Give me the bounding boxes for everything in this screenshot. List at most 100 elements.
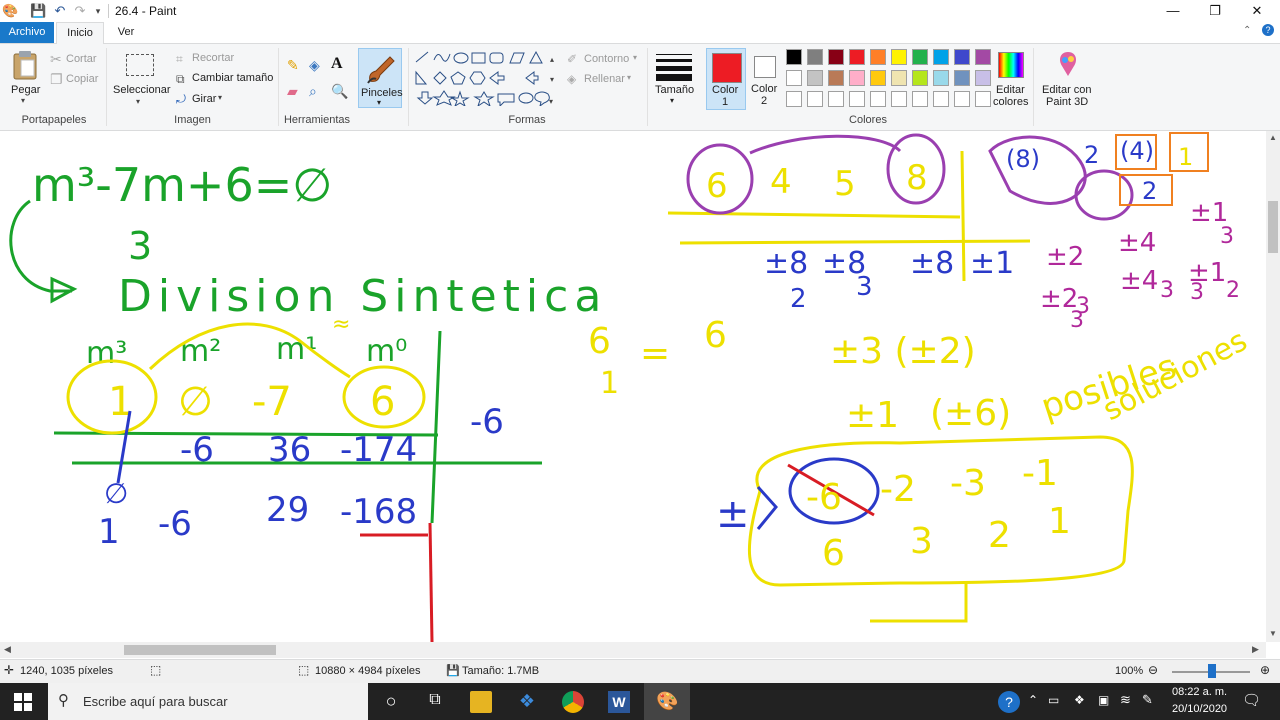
palette-swatch[interactable] xyxy=(870,49,886,65)
scroll-right-icon[interactable]: ▶ xyxy=(1252,644,1259,655)
collapse-ribbon-icon[interactable]: ⌃ xyxy=(1243,25,1251,36)
tray-pen-icon[interactable]: ✎ xyxy=(1142,692,1153,708)
close-button[interactable]: ✕ xyxy=(1234,0,1280,22)
cut-button[interactable]: Cortar xyxy=(66,53,97,65)
pencil-icon[interactable]: ✎ xyxy=(287,58,299,72)
palette-swatch[interactable] xyxy=(807,49,823,65)
palette-swatch[interactable] xyxy=(891,49,907,65)
edit-colors-label-2[interactable]: colores xyxy=(993,96,1028,108)
tray-display-icon[interactable]: ▣ xyxy=(1098,693,1109,707)
paint3d-icon[interactable] xyxy=(1056,50,1080,78)
shapes-gallery[interactable]: ▴ ▾ ▾ xyxy=(414,50,554,106)
palette-swatch[interactable] xyxy=(786,91,802,107)
palette-swatch[interactable] xyxy=(954,49,970,65)
outline-dropdown-icon[interactable]: ▾ xyxy=(633,53,637,62)
windows-start-icon[interactable] xyxy=(14,693,32,711)
palette-swatch[interactable] xyxy=(849,49,865,65)
palette-swatch[interactable] xyxy=(828,70,844,86)
paint3d-label-2[interactable]: Paint 3D xyxy=(1046,96,1088,108)
minimize-button[interactable]: — xyxy=(1150,0,1196,22)
tab-inicio[interactable]: Inicio xyxy=(56,22,104,44)
maximize-button[interactable]: ❐ xyxy=(1192,0,1238,22)
tray-wifi-icon[interactable]: ≋ xyxy=(1120,692,1131,708)
palette-swatch[interactable] xyxy=(912,49,928,65)
drawing-canvas[interactable]: m³-7m+6=∅ 3 Division Sintetica m³ m² m¹ … xyxy=(0,131,1266,642)
palette-swatch[interactable] xyxy=(870,91,886,107)
tray-battery-icon[interactable]: ▭ xyxy=(1048,693,1059,707)
palette-swatch[interactable] xyxy=(933,91,949,107)
vertical-scrollbar[interactable]: ▲ ▼ xyxy=(1266,131,1280,642)
size-dropdown-icon[interactable]: ▾ xyxy=(670,96,674,105)
scroll-up-icon[interactable]: ▲ xyxy=(1269,133,1277,142)
clock-date[interactable]: 20/10/2020 xyxy=(1172,703,1227,715)
tray-dropbox-icon[interactable]: ❖ xyxy=(1074,693,1085,707)
rotate-dropdown-icon[interactable]: ▾ xyxy=(218,93,222,102)
palette-swatch[interactable] xyxy=(975,70,991,86)
chrome-icon[interactable] xyxy=(562,691,584,713)
palette-swatch[interactable] xyxy=(975,91,991,107)
paint3d-label-1[interactable]: Editar con xyxy=(1042,84,1092,96)
copy-button[interactable]: Copiar xyxy=(66,73,98,85)
palette-swatch[interactable] xyxy=(891,70,907,86)
size-button[interactable]: Tamaño xyxy=(655,84,694,96)
palette-swatch[interactable] xyxy=(828,91,844,107)
outline-button[interactable]: Contorno xyxy=(584,53,629,65)
palette-swatch[interactable] xyxy=(807,91,823,107)
horizontal-scrollbar[interactable]: ◀ ▶ xyxy=(0,642,1266,658)
tab-archivo[interactable]: Archivo xyxy=(0,22,54,43)
crop-button[interactable]: Recortar xyxy=(192,52,234,64)
palette-swatch[interactable] xyxy=(786,70,802,86)
paste-dropdown-icon[interactable]: ▾ xyxy=(21,96,25,105)
clock-time[interactable]: 08:22 a. m. xyxy=(1172,686,1227,698)
color-picker-icon[interactable]: ⌕ xyxy=(309,84,317,98)
edit-colors-label-1[interactable]: Editar xyxy=(996,84,1025,96)
fill-button[interactable]: Rellenar xyxy=(584,73,625,85)
scroll-left-icon[interactable]: ◀ xyxy=(4,644,11,655)
palette-swatch[interactable] xyxy=(849,91,865,107)
taskbar-search[interactable]: ⚲ Escribe aquí para buscar xyxy=(48,683,368,720)
file-explorer-icon[interactable] xyxy=(470,691,492,713)
paste-label[interactable]: Pegar xyxy=(11,84,40,96)
color2-button[interactable]: Color 2 xyxy=(748,48,782,110)
palette-swatch[interactable] xyxy=(933,70,949,86)
magnifier-icon[interactable]: 🔍 xyxy=(331,84,348,98)
palette-swatch[interactable] xyxy=(912,91,928,107)
undo-icon[interactable]: ↶ xyxy=(52,3,68,19)
select-dropdown-icon[interactable]: ▾ xyxy=(136,97,140,106)
palette-swatch[interactable] xyxy=(807,70,823,86)
palette-swatch[interactable] xyxy=(849,70,865,86)
quick-access-dropdown-icon[interactable]: ▾ xyxy=(90,3,106,19)
palette-swatch[interactable] xyxy=(954,70,970,86)
tray-chevron-icon[interactable]: ⌃ xyxy=(1028,693,1038,707)
task-view-icon[interactable]: ⧉ xyxy=(424,691,446,713)
palette-swatch[interactable] xyxy=(912,70,928,86)
notifications-icon[interactable]: 🗨 xyxy=(1242,691,1261,709)
dropbox-icon[interactable]: ❖ xyxy=(516,691,538,713)
fill-dropdown-icon[interactable]: ▾ xyxy=(627,73,631,82)
select-icon[interactable] xyxy=(126,54,154,76)
word-icon[interactable]: W xyxy=(608,691,630,713)
brushes-button[interactable]: Pinceles ▾ xyxy=(358,48,403,108)
palette-swatch[interactable] xyxy=(786,49,802,65)
palette-swatch[interactable] xyxy=(975,49,991,65)
tray-help-icon[interactable]: ? xyxy=(998,691,1020,713)
vertical-scroll-thumb[interactable] xyxy=(1268,201,1278,253)
edit-colors-icon[interactable] xyxy=(998,52,1024,78)
rotate-button[interactable]: Girar xyxy=(192,93,216,105)
palette-swatch[interactable] xyxy=(933,49,949,65)
fill-bucket-icon[interactable]: ◈ xyxy=(309,58,320,72)
tab-ver[interactable]: Ver xyxy=(104,22,148,43)
select-button[interactable]: Seleccionar xyxy=(113,84,170,96)
save-icon[interactable]: 💾 xyxy=(30,3,46,19)
redo-icon[interactable]: ↷ xyxy=(72,3,88,19)
palette-swatch[interactable] xyxy=(870,70,886,86)
scroll-down-icon[interactable]: ▼ xyxy=(1269,629,1277,638)
eraser-icon[interactable]: ▰ xyxy=(287,84,298,98)
color1-button[interactable]: Color 1 xyxy=(706,48,746,110)
palette-swatch[interactable] xyxy=(828,49,844,65)
palette-swatch[interactable] xyxy=(891,91,907,107)
zoom-in-button[interactable]: ⊕ xyxy=(1260,663,1270,677)
text-tool-icon[interactable]: A xyxy=(331,56,343,72)
paste-button[interactable] xyxy=(12,50,38,80)
help-icon[interactable]: ? xyxy=(1262,24,1274,36)
